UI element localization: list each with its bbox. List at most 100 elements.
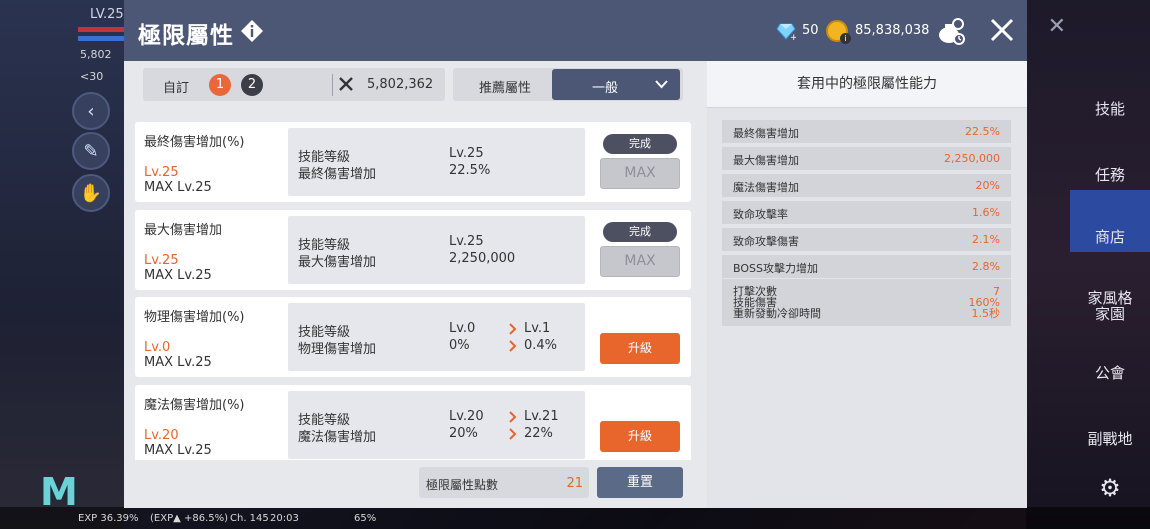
ability-row: 最大傷害增加 2,250,000 [722,147,1011,170]
stat-current-effect: 22.5% [449,163,491,178]
ability-label: 致命攻擊傷害 [733,235,799,248]
right-menu-guild[interactable]: 公會 [1070,362,1150,383]
info-icon[interactable] [240,19,264,43]
stat-card-magic-damage: 魔法傷害增加(%) Lv.20 MAX Lv.25 技能等級 魔法傷害增加 Lv… [135,385,691,460]
ability-label: 最大傷害增加 [733,154,799,167]
ability-value: 2.8% [972,260,1000,273]
settings-gear-icon[interactable]: ⚙ [1070,474,1150,502]
right-menu-shop[interactable]: 商店 [1070,190,1150,252]
applied-abilities-title: 套用中的極限屬性能力 [707,61,1027,108]
stat-detail-box: 技能等級 物理傷害增加 Lv.0 0% Lv.1 0.4% [288,303,585,371]
ability-row: BOSS攻擊力增加 2.8% [722,255,1011,278]
ability-value: 22.5% [965,125,1000,138]
stat-current-effect: 0% [449,338,470,353]
stat-current-effect: 20% [449,426,478,441]
ability-label: 魔法傷害增加 [733,181,799,194]
crossed-swords-icon [339,77,353,91]
stat-points-label: 極限屬性點數 [426,478,499,492]
stat-detail-box: 技能等級 最大傷害增加 Lv.25 2,250,000 [288,216,585,284]
stat-max-level: MAX Lv.25 [144,355,212,370]
stat-current-level: Lv.20 [449,409,484,424]
preset-2-button[interactable]: 2 [241,74,263,96]
complete-badge: 完成 [603,134,677,154]
battery-text: 65% [354,513,377,524]
stat-label-effect: 最終傷害增加 [298,167,377,182]
gem-icon: + [776,23,796,41]
ability-row: 致命攻擊傷害 2.1% [722,228,1011,251]
stat-current-level: Lv.25 [449,234,484,249]
stat-next-effect: 0.4% [524,338,558,353]
stat-name: 物理傷害增加(%) [144,310,245,325]
svg-text:+: + [790,33,796,41]
stat-name: 最大傷害增加 [144,223,223,238]
quest-scroll-button[interactable]: ✎ [72,132,110,170]
applied-abilities-area: 套用中的極限屬性能力 最終傷害增加 22.5% 最大傷害增加 2,250,000… [707,61,1027,508]
game-left-hud [0,0,124,529]
meso-coin-icon [826,20,851,44]
recommend-dropdown-value: 一般 [592,81,619,96]
right-menu-quest[interactable]: 任務 [1070,164,1150,185]
time-text: 20:03 [270,513,299,524]
stat-max-level: MAX Lv.25 [144,268,212,283]
stat-next-level: Lv.1 [524,321,551,336]
meso-count: 85,838,038 [855,23,930,38]
preset-1-button[interactable]: 1 [209,74,231,96]
exp-text: EXP 36.39% [78,513,139,524]
upgrade-button[interactable]: 升級 [600,333,680,364]
chevron-right-icon [509,323,517,335]
mp-bar [78,36,124,41]
stat-label-effect: 最大傷害增加 [298,255,377,270]
stat-next-level: Lv.21 [524,409,559,424]
preset-label: 自訂 [163,81,190,96]
recommend-label: 推薦屬性 [479,81,532,96]
upgrade-button[interactable]: 升級 [600,421,680,452]
reset-button[interactable]: 重置 [597,467,683,498]
stat-max-level: MAX Lv.25 [144,443,212,458]
chevron-right-icon [509,340,517,352]
panel-header: 極限屬性 + 50 85,838,038 [124,0,1027,61]
ability-row: 致命攻擊率 1.6% [722,201,1011,224]
stat-points-value: 21 [566,476,583,491]
coin-bag-icon[interactable] [936,16,966,46]
complete-badge: 完成 [603,222,677,242]
recommend-stat-box: 推薦屬性 一般 [453,68,683,101]
stat-max-level: MAX Lv.25 [144,180,212,195]
stat-card-list: 最終傷害增加(%) Lv.25 MAX Lv.25 技能等級 最終傷害增加 Lv… [124,122,707,460]
stat-points-box: 極限屬性點數 21 [419,467,589,498]
handshake-button[interactable]: ✋ [72,174,110,212]
right-menu-skill[interactable]: 技能 [1070,98,1150,119]
stat-name: 最終傷害增加(%) [144,135,245,150]
stat-current-level: Lv.25 [449,146,484,161]
stat-label-effect: 物理傷害增加 [298,342,377,357]
close-icon[interactable] [988,16,1016,44]
ability-combo-row: 打擊次數 7 技能傷害 160% 重新發動冷卻時間 1.5秒 [722,279,1011,326]
game-right-menu [1026,0,1150,529]
channel-text: Ch. 145 [230,513,269,524]
ability-label: 致命攻擊率 [733,208,788,221]
hud-combat-power: 5,802 [80,48,112,61]
max-button: MAX [600,158,680,189]
gem-count: 50 [802,23,819,38]
ability-value: 1.6% [972,206,1000,219]
ability-value: 20% [975,179,1000,192]
stat-label-effect: 魔法傷害增加 [298,430,377,445]
ability-row: 最終傷害增加 22.5% [722,120,1011,143]
stat-card-final-damage: 最終傷害增加(%) Lv.25 MAX Lv.25 技能等級 最終傷害增加 Lv… [135,122,691,202]
ability-value: 2.1% [972,233,1000,246]
right-menu-home[interactable]: 家風格 家園 [1070,290,1150,322]
stat-next-effect: 22% [524,426,553,441]
ability-label: BOSS攻擊力增加 [733,262,818,275]
stat-card-physical-damage: 物理傷害增加(%) Lv.0 MAX Lv.25 技能等級 物理傷害增加 Lv.… [135,297,691,377]
stat-name: 魔法傷害增加(%) [144,398,245,413]
back-arrow-button[interactable]: ‹ [72,92,110,130]
ability-value: 1.5秒 [971,307,1001,320]
combat-power-value: 5,802,362 [367,77,434,92]
stat-current-effect: 2,250,000 [449,251,516,266]
hud-location: <30 [80,70,104,83]
right-menu-battle[interactable]: 副戰地 [1070,428,1150,449]
recommend-dropdown[interactable]: 一般 [552,69,680,100]
stat-level: Lv.0 [144,340,171,355]
ability-value: 2,250,000 [944,152,1000,165]
chevron-right-icon [509,428,517,440]
hyper-stat-panel: 極限屬性 + 50 85,838,038 自訂 1 [124,0,1027,508]
